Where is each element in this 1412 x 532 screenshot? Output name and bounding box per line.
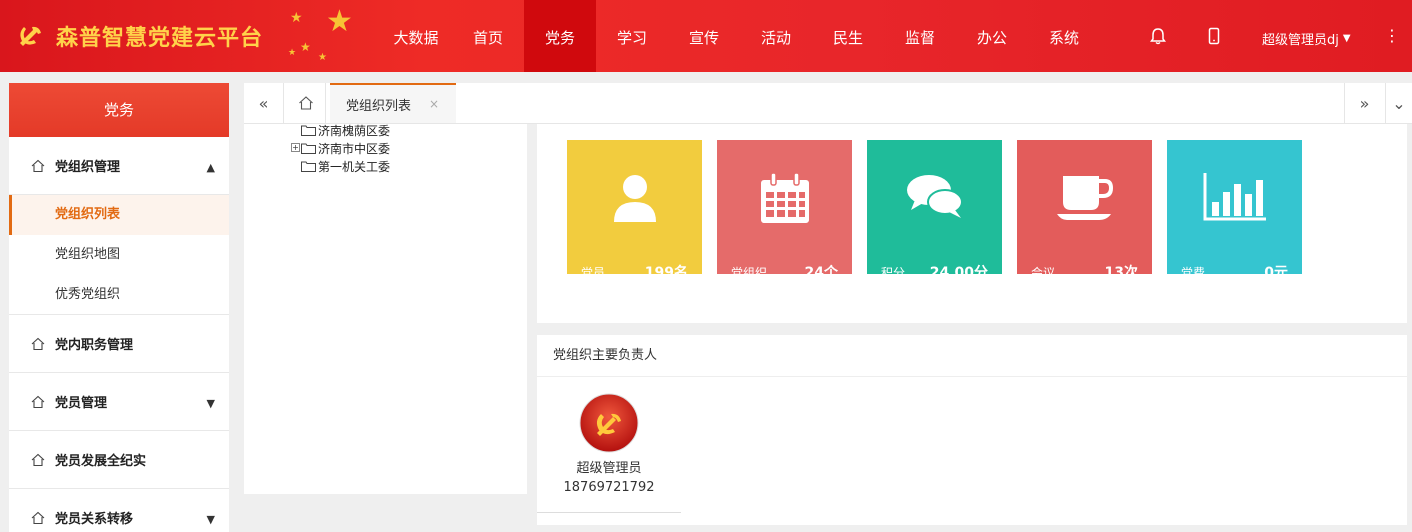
home-icon	[31, 337, 45, 350]
stat-label: 会议	[1031, 266, 1056, 280]
home-icon	[31, 159, 45, 172]
nav-office[interactable]: 办公	[956, 0, 1028, 72]
user-name: 超级管理员dj	[1262, 33, 1339, 48]
sidebar-group-member-development[interactable]: 党员发展全纪实	[9, 431, 229, 489]
stat-tile-meetings[interactable]: 会议 13次	[1017, 140, 1152, 281]
nav-publicity[interactable]: 宣传	[668, 0, 740, 72]
nav-bigdata[interactable]: 大数据	[380, 0, 452, 72]
calendar-icon	[760, 172, 809, 223]
caret-down-icon: ▼	[1342, 33, 1351, 44]
sidebar-group-member-management[interactable]: 党员管理 ▼	[9, 373, 229, 431]
top-header: ★ ★ ★ ★ ★ 森普智慧党建云平台 大数据 首页 党务 学习 宣传 活动 民…	[0, 0, 1412, 72]
decor-star-icon: ★	[318, 52, 327, 63]
leader-card[interactable]: 超级管理员 18769721792	[537, 393, 681, 495]
leaders-title: 党组织主要负责人	[537, 335, 1407, 377]
stat-label: 党员	[581, 266, 606, 280]
stat-tile-fees[interactable]: 党费 0元	[1167, 140, 1302, 281]
nav-home[interactable]: 首页	[452, 0, 524, 72]
bar-chart-icon	[1203, 173, 1266, 221]
leader-name: 超级管理员	[576, 461, 642, 476]
main-nav: 大数据 首页 党务 学习 宣传 活动 民生 监督 办公 系统	[380, 0, 1100, 72]
tabs-scroll-left-icon[interactable]: «	[244, 83, 284, 123]
sidebar-group-label: 党内职务管理	[55, 338, 134, 353]
stats-panel: 党员 199名 党组织 24个 积分 24.00分 会议 13次 党费 0元	[537, 124, 1407, 323]
tab-org-list[interactable]: 党组织列表 ×	[330, 83, 456, 123]
org-tree: 济南槐荫区委 + 济南市中区委 第一机关工委	[244, 124, 527, 494]
sidebar: 党务 党组织管理 ▲ 党组织列表 党组织地图 优秀党组织 党内职务管理 党员管理…	[9, 83, 229, 532]
caret-down-icon: ▼	[206, 397, 215, 410]
folder-icon	[301, 125, 316, 136]
sidebar-item-org-list[interactable]: 党组织列表	[9, 195, 229, 235]
stat-value: 0元	[1264, 265, 1288, 281]
party-emblem-icon	[20, 26, 41, 46]
home-icon	[31, 511, 45, 524]
tree-node-label: 济南市中区委	[318, 141, 391, 156]
cup-icon	[1056, 176, 1113, 220]
sidebar-group-relation-transfer[interactable]: 党员关系转移 ▼	[9, 489, 229, 532]
sidebar-group-org-management[interactable]: 党组织管理 ▲	[9, 137, 229, 195]
tab-bar: « 党组织列表 × » ⌄	[244, 83, 1412, 124]
nav-party-affairs[interactable]: 党务	[524, 0, 596, 72]
home-icon	[31, 453, 45, 466]
home-tab-icon[interactable]	[286, 83, 326, 123]
decor-star-icon: ★	[300, 40, 311, 54]
stat-tile-members[interactable]: 党员 199名	[567, 140, 702, 281]
sidebar-group-label: 党员关系转移	[55, 512, 134, 527]
more-icon[interactable]: ⋮	[1384, 26, 1400, 45]
caret-up-icon: ▲	[206, 161, 215, 174]
stat-value: 199名	[644, 265, 688, 281]
sidebar-item-org-map[interactable]: 党组织地图	[9, 235, 229, 275]
tree-node[interactable]: 济南槐荫区委	[301, 122, 390, 138]
expand-plus-icon[interactable]: +	[291, 143, 300, 152]
sidebar-group-label: 党员管理	[55, 396, 108, 411]
tabs-scroll-right-icon[interactable]: »	[1344, 83, 1384, 123]
tab-label: 党组织列表	[346, 98, 412, 114]
stat-tile-orgs[interactable]: 党组织 24个	[717, 140, 852, 281]
caret-down-icon: ▼	[206, 513, 215, 526]
sidebar-group-label: 党员发展全纪实	[55, 454, 147, 469]
tree-node[interactable]: 第一机关工委	[301, 158, 390, 174]
tree-node-label: 第一机关工委	[318, 159, 391, 174]
folder-icon	[301, 161, 316, 172]
divider	[537, 512, 681, 513]
home-icon	[31, 395, 45, 408]
sidebar-group-label: 党组织管理	[55, 160, 121, 175]
stat-label: 党费	[1181, 266, 1206, 280]
user-menu[interactable]: 超级管理员dj ▼	[1262, 29, 1351, 48]
user-icon	[613, 175, 656, 222]
mobile-icon[interactable]	[1205, 27, 1223, 45]
decor-star-icon: ★	[326, 4, 353, 39]
nav-activity[interactable]: 活动	[740, 0, 812, 72]
stat-tile-points[interactable]: 积分 24.00分	[867, 140, 1002, 281]
tree-node[interactable]: + 济南市中区委	[291, 140, 391, 156]
decor-star-icon: ★	[290, 10, 303, 26]
close-icon[interactable]: ×	[429, 97, 439, 111]
bell-icon[interactable]	[1149, 27, 1167, 45]
nav-system[interactable]: 系统	[1028, 0, 1100, 72]
leaders-panel: 党组织主要负责人 超级管理员 18769721792	[537, 335, 1407, 525]
sidebar-title: 党务	[9, 83, 229, 137]
stat-value: 13次	[1104, 265, 1138, 281]
chevron-down-icon[interactable]: ⌄	[1385, 83, 1412, 123]
sidebar-item-excellent-org[interactable]: 优秀党组织	[9, 275, 229, 315]
folder-icon	[301, 143, 316, 154]
app-title: 森普智慧党建云平台	[56, 26, 264, 51]
stat-value: 24.00分	[929, 265, 988, 281]
sidebar-group-position-management[interactable]: 党内职务管理	[9, 315, 229, 373]
nav-livelihood[interactable]: 民生	[812, 0, 884, 72]
app-logo[interactable]: 森普智慧党建云平台	[14, 20, 263, 52]
chat-icon	[906, 175, 963, 218]
stat-value: 24个	[804, 265, 838, 281]
stat-label: 积分	[881, 266, 906, 280]
avatar	[579, 393, 639, 453]
nav-study[interactable]: 学习	[596, 0, 668, 72]
nav-supervision[interactable]: 监督	[884, 0, 956, 72]
decor-star-icon: ★	[288, 48, 297, 58]
stat-label: 党组织	[731, 266, 768, 280]
leader-phone: 18769721792	[563, 480, 655, 495]
tree-node-label: 济南槐荫区委	[318, 123, 391, 138]
